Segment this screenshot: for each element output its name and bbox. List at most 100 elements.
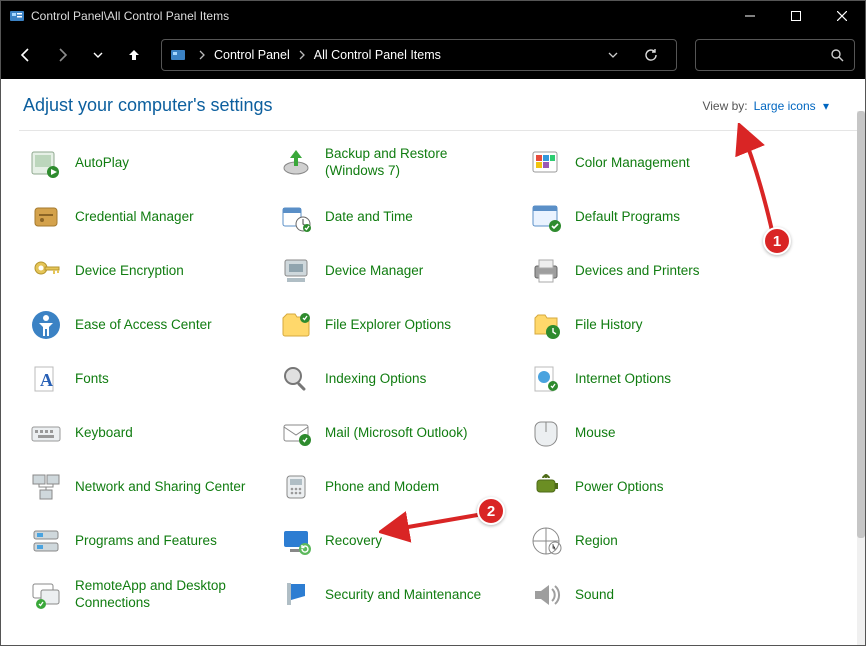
maximize-button[interactable] [773, 1, 819, 31]
cp-item-autoplay[interactable]: AutoPlay [25, 143, 275, 183]
back-button[interactable] [11, 40, 41, 70]
cp-item-credential[interactable]: Credential Manager [25, 197, 275, 237]
encryption-icon [29, 254, 63, 288]
cp-item-label: Color Management [575, 155, 690, 172]
cp-item-ease[interactable]: Ease of Access Center [25, 305, 275, 345]
cp-item-recovery[interactable]: Recovery [275, 521, 525, 561]
cp-item-label: Programs and Features [75, 533, 217, 550]
printers-icon [529, 254, 563, 288]
nav-bar: Control Panel All Control Panel Items [1, 31, 865, 79]
cp-item-network[interactable]: Network and Sharing Center [25, 467, 275, 507]
region-icon [529, 524, 563, 558]
recent-locations-button[interactable] [83, 40, 113, 70]
defaults-icon [529, 200, 563, 234]
backup-icon [279, 146, 313, 180]
cp-item-indexing[interactable]: Indexing Options [275, 359, 525, 399]
cp-item-encryption[interactable]: Device Encryption [25, 251, 275, 291]
cp-item-label: Default Programs [575, 209, 680, 226]
close-button[interactable] [819, 1, 865, 31]
cp-item-internet[interactable]: Internet Options [525, 359, 775, 399]
chevron-right-icon[interactable] [194, 50, 210, 60]
cp-item-power[interactable]: Power Options [525, 467, 775, 507]
remoteapp-icon [29, 578, 63, 612]
control-panel-icon [9, 8, 25, 24]
credential-icon [29, 200, 63, 234]
cp-item-backup[interactable]: Backup and Restore (Windows 7) [275, 143, 525, 183]
color-icon [529, 146, 563, 180]
cp-item-label: File Explorer Options [325, 317, 451, 334]
devicemgr-icon [279, 254, 313, 288]
viewby-dropdown[interactable]: Large icons ▾ [754, 99, 829, 113]
search-icon [830, 48, 844, 62]
cp-item-phone[interactable]: Phone and Modem [275, 467, 525, 507]
cp-item-label: AutoPlay [75, 155, 129, 172]
cp-item-label: Ease of Access Center [75, 317, 212, 334]
content-pane: Adjust your computer's settings View by:… [1, 79, 865, 645]
viewby-label: View by: [702, 99, 747, 113]
datetime-icon [279, 200, 313, 234]
control-panel-window: Control Panel\All Control Panel Items Co… [0, 0, 866, 646]
divider [19, 130, 857, 131]
minimize-button[interactable] [727, 1, 773, 31]
cp-item-label: Network and Sharing Center [75, 479, 245, 496]
fonts-icon: A [29, 362, 63, 396]
cp-item-label: Security and Maintenance [325, 587, 481, 604]
cp-item-security[interactable]: Security and Maintenance [275, 575, 525, 615]
address-bar[interactable]: Control Panel All Control Panel Items [161, 39, 677, 71]
chevron-right-icon[interactable] [294, 50, 310, 60]
cp-item-mouse[interactable]: Mouse [525, 413, 775, 453]
cp-item-fonts[interactable]: A Fonts [25, 359, 275, 399]
cp-item-label: Power Options [575, 479, 664, 496]
folderopt-icon [279, 308, 313, 342]
scrollbar[interactable] [857, 111, 865, 645]
indexing-icon [279, 362, 313, 396]
keyboard-icon [29, 416, 63, 450]
cp-item-label: Mail (Microsoft Outlook) [325, 425, 468, 442]
svg-text:A: A [40, 370, 53, 390]
cp-item-label: Fonts [75, 371, 109, 388]
cp-item-color[interactable]: Color Management [525, 143, 775, 183]
cp-item-label: File History [575, 317, 643, 334]
breadcrumb-item[interactable]: Control Panel [214, 48, 290, 62]
scrollbar-thumb[interactable] [857, 111, 865, 538]
mail-icon [279, 416, 313, 450]
cp-item-keyboard[interactable]: Keyboard [25, 413, 275, 453]
address-dropdown-button[interactable] [596, 39, 630, 71]
cp-item-defaults[interactable]: Default Programs [525, 197, 775, 237]
phone-icon [279, 470, 313, 504]
cp-item-label: Backup and Restore (Windows 7) [325, 146, 505, 180]
forward-button[interactable] [47, 40, 77, 70]
title-bar: Control Panel\All Control Panel Items [1, 1, 865, 31]
cp-item-datetime[interactable]: Date and Time [275, 197, 525, 237]
cp-item-label: Credential Manager [75, 209, 194, 226]
cp-item-printers[interactable]: Devices and Printers [525, 251, 775, 291]
cp-item-label: Device Encryption [75, 263, 184, 280]
breadcrumb-item[interactable]: All Control Panel Items [314, 48, 441, 62]
cp-item-remoteapp[interactable]: RemoteApp and Desktop Connections [25, 575, 275, 615]
cp-item-label: RemoteApp and Desktop Connections [75, 578, 255, 612]
autoplay-icon [29, 146, 63, 180]
cp-item-label: Date and Time [325, 209, 413, 226]
power-icon [529, 470, 563, 504]
recovery-icon [279, 524, 313, 558]
cp-item-devicemgr[interactable]: Device Manager [275, 251, 525, 291]
cp-item-label: Recovery [325, 533, 382, 550]
programs-icon [29, 524, 63, 558]
cp-item-sound[interactable]: Sound [525, 575, 775, 615]
ease-icon [29, 308, 63, 342]
cp-item-region[interactable]: Region [525, 521, 775, 561]
cp-item-mail[interactable]: Mail (Microsoft Outlook) [275, 413, 525, 453]
cp-item-label: Internet Options [575, 371, 671, 388]
cp-item-label: Region [575, 533, 618, 550]
cp-item-programs[interactable]: Programs and Features [25, 521, 275, 561]
cp-item-folderopt[interactable]: File Explorer Options [275, 305, 525, 345]
caret-down-icon: ▾ [823, 99, 829, 113]
cp-item-label: Sound [575, 587, 614, 604]
search-box[interactable] [695, 39, 855, 71]
internet-icon [529, 362, 563, 396]
cp-item-label: Keyboard [75, 425, 133, 442]
cp-item-filehistory[interactable]: File History [525, 305, 775, 345]
up-button[interactable] [119, 40, 149, 70]
cp-item-label: Mouse [575, 425, 616, 442]
refresh-button[interactable] [634, 39, 668, 71]
